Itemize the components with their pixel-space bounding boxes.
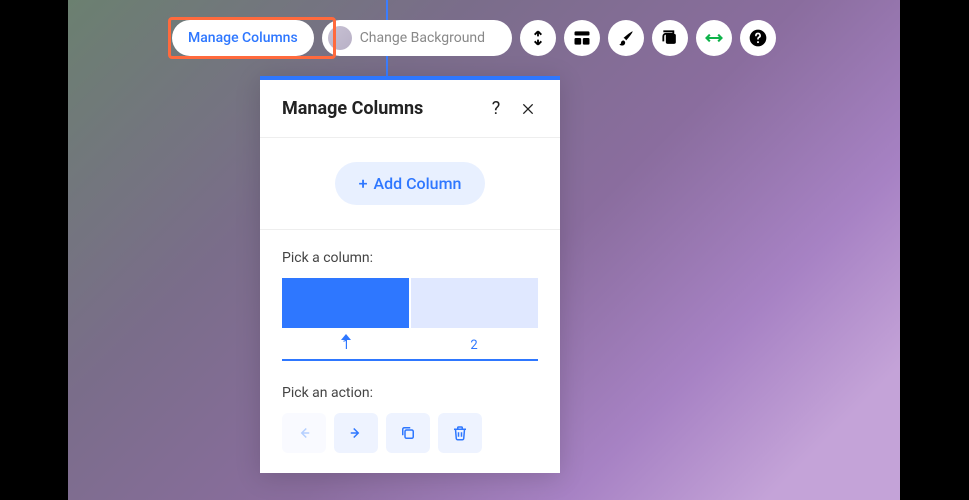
duplicate-button[interactable]: [386, 413, 430, 453]
close-icon: [520, 101, 536, 117]
column-2-tile[interactable]: [411, 278, 538, 328]
arrow-left-icon: [295, 424, 313, 442]
column-1-tile[interactable]: [282, 278, 409, 328]
stretch-button[interactable]: [696, 20, 732, 56]
columns-underline: [282, 359, 538, 361]
toolbar: Manage Columns Change Background: [172, 20, 776, 56]
trash-icon: [451, 424, 469, 442]
move-left-button: [282, 413, 326, 453]
selected-column-indicator: [341, 334, 351, 340]
change-background-button[interactable]: Change Background: [322, 20, 512, 56]
brush-icon: [616, 28, 636, 48]
column-1-number: 1: [282, 338, 410, 353]
duplicate-icon: [399, 424, 417, 442]
add-column-section: + Add Column: [260, 138, 560, 230]
animation-icon: [660, 28, 680, 48]
panel-header: Manage Columns ?: [260, 80, 560, 138]
stretch-icon: [704, 28, 724, 48]
panel-help-button[interactable]: ?: [486, 99, 506, 119]
panel-close-button[interactable]: [518, 99, 538, 119]
change-background-label: Change Background: [360, 30, 485, 46]
design-button[interactable]: [608, 20, 644, 56]
column-2-number: 2: [410, 338, 538, 353]
panel-body: Pick a column: 1 2 Pick an action:: [260, 230, 560, 473]
panel-title: Manage Columns: [282, 98, 474, 119]
arrow-right-icon: [347, 424, 365, 442]
delete-button[interactable]: [438, 413, 482, 453]
action-buttons: [282, 413, 538, 453]
help-icon: [748, 28, 768, 48]
animation-button[interactable]: [652, 20, 688, 56]
background-swatch-icon: [328, 26, 352, 50]
plus-icon: +: [359, 174, 368, 193]
pick-column-label: Pick a column:: [282, 250, 538, 266]
add-column-label: Add Column: [373, 174, 461, 193]
column-picker: [282, 278, 538, 328]
scroll-effects-icon: [528, 28, 548, 48]
add-column-button[interactable]: + Add Column: [335, 162, 486, 205]
manage-columns-panel: Manage Columns ? + Add Column Pick a col…: [260, 76, 560, 473]
manage-columns-button[interactable]: Manage Columns: [172, 20, 314, 56]
layout-button[interactable]: [564, 20, 600, 56]
layout-icon: [572, 28, 592, 48]
scroll-effects-button[interactable]: [520, 20, 556, 56]
column-numbers: 1 2: [282, 338, 538, 353]
pick-action-label: Pick an action:: [282, 385, 538, 401]
move-right-button[interactable]: [334, 413, 378, 453]
help-button[interactable]: [740, 20, 776, 56]
